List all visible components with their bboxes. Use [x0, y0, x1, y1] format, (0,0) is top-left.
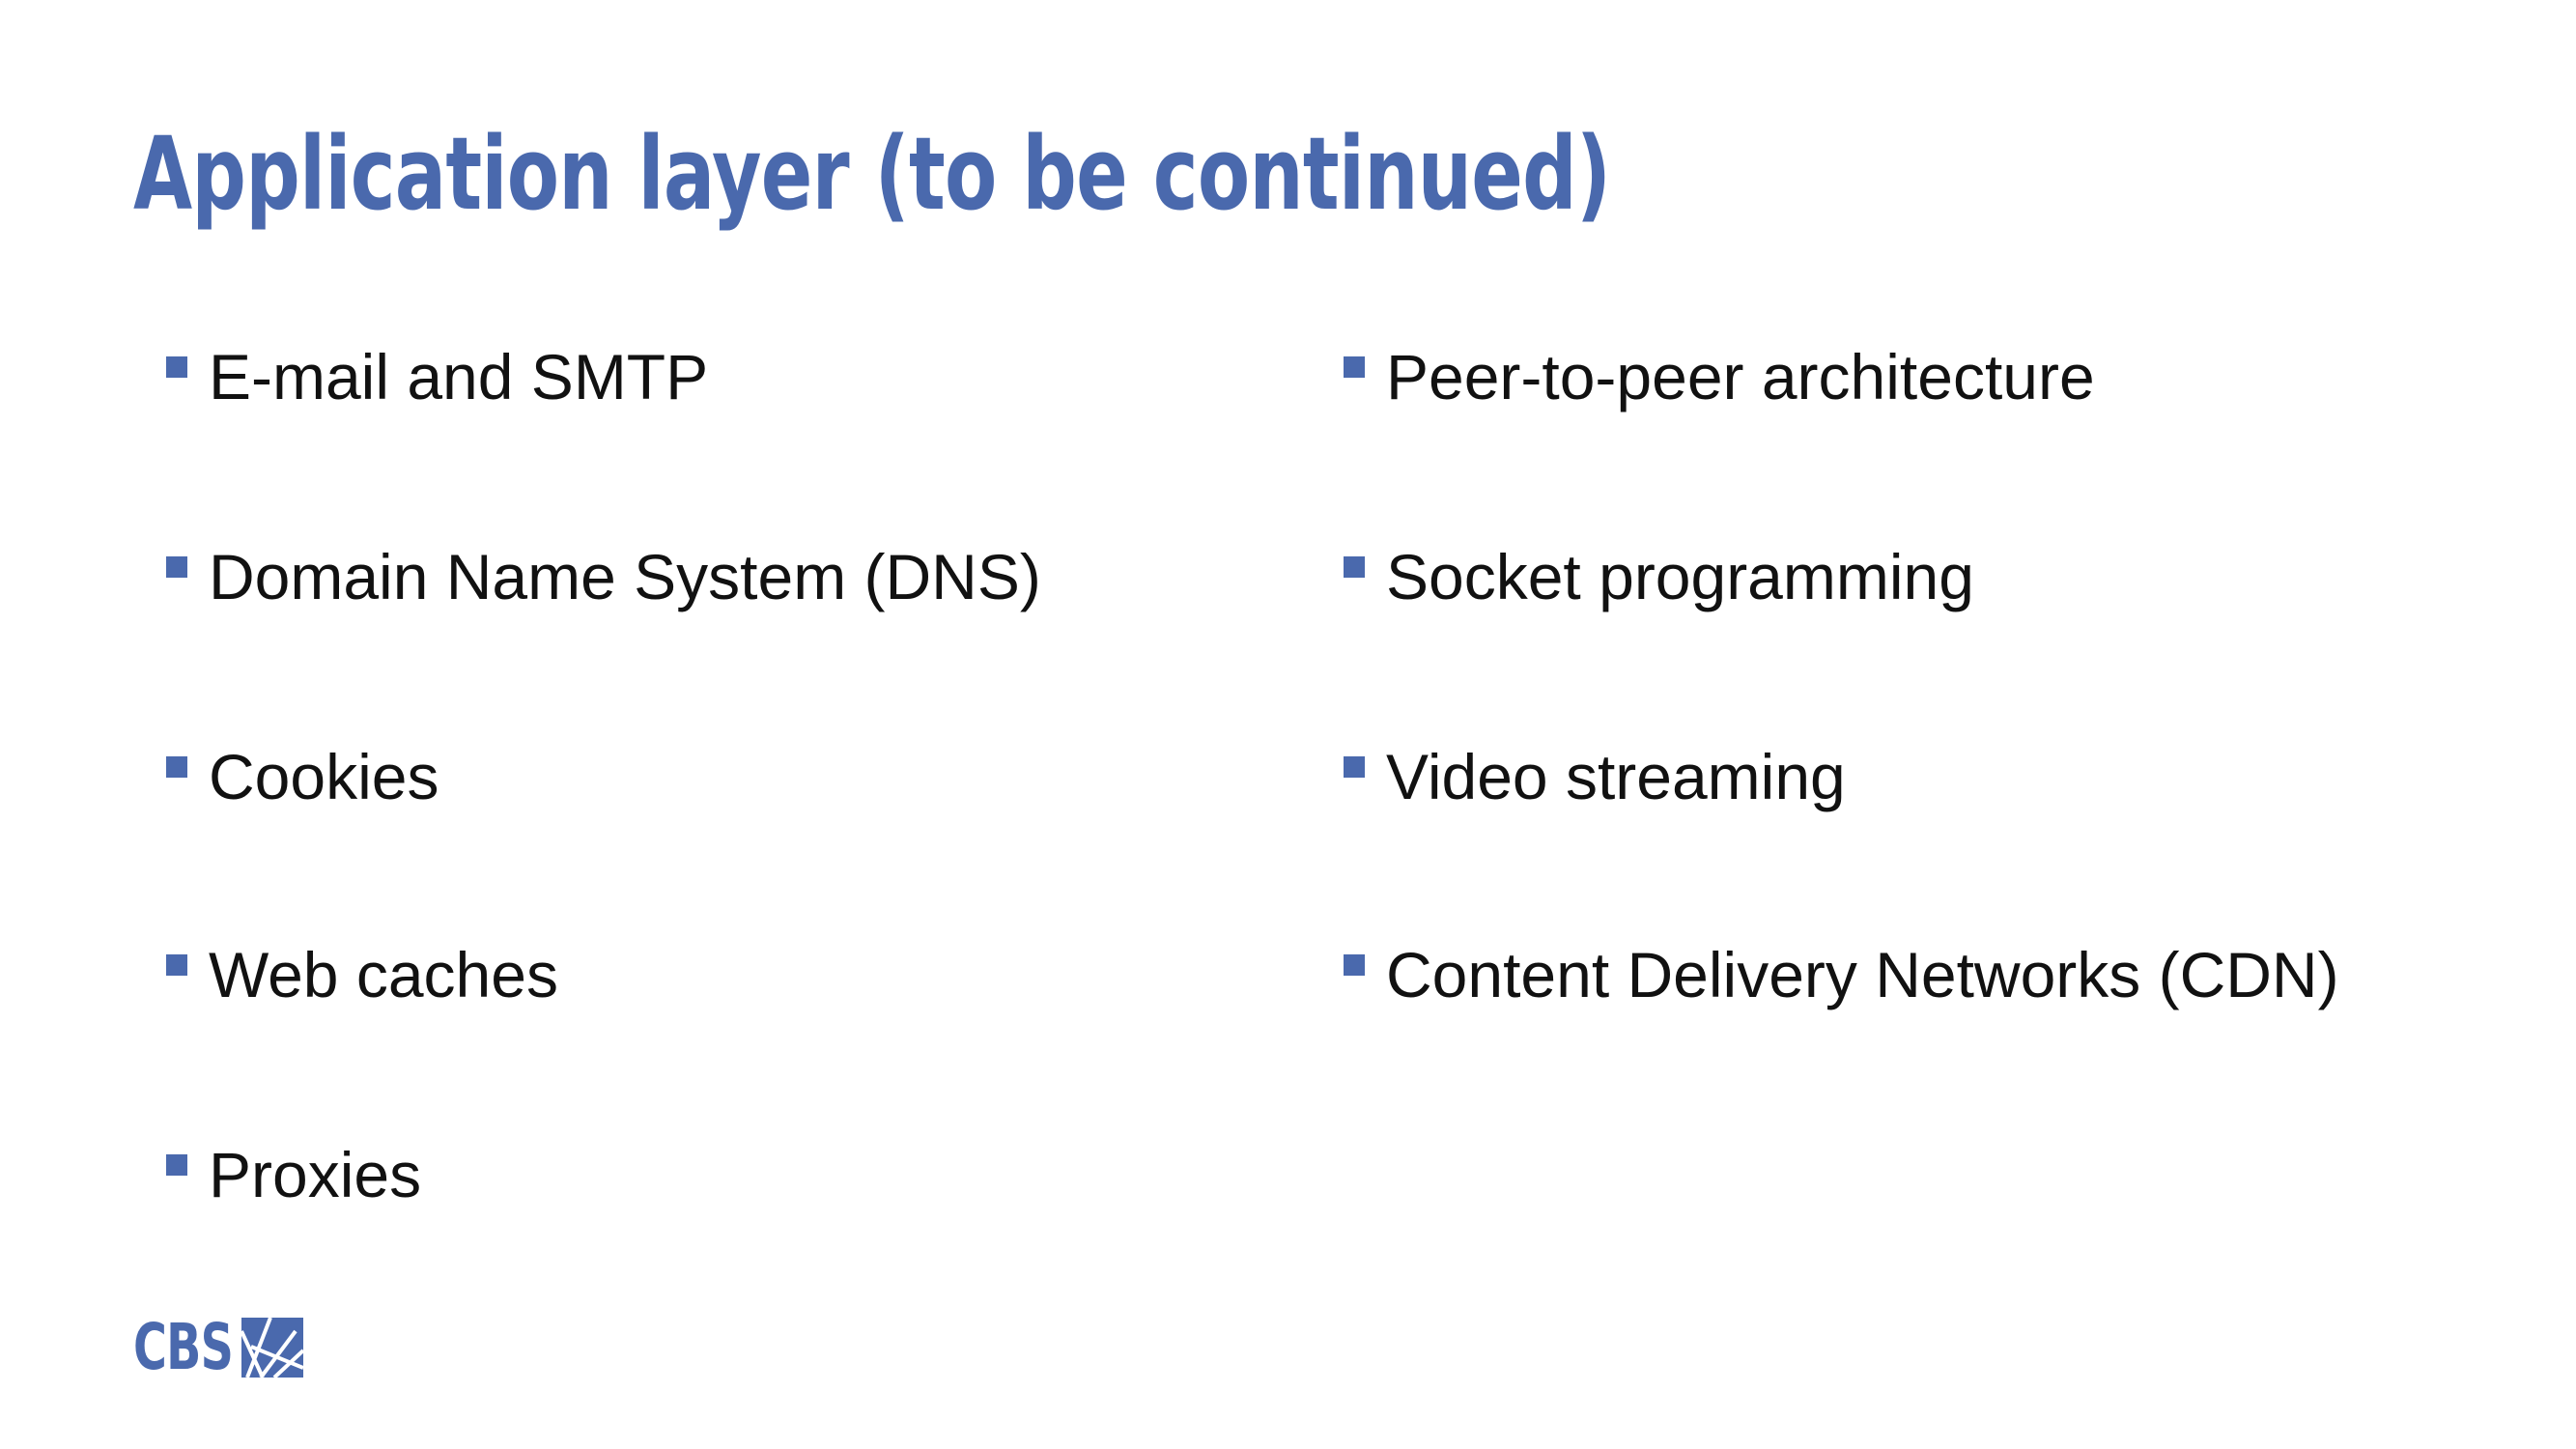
list-item: Domain Name System (DNS) — [166, 533, 1041, 620]
list-item: E-mail and SMTP — [166, 333, 708, 420]
list-item-label: E-mail and SMTP — [209, 341, 709, 412]
bullet-square-icon — [166, 756, 187, 778]
list-item: Socket programming — [1344, 533, 1974, 620]
slide: Application layer (to be continued) E-ma… — [0, 0, 2576, 1449]
list-item: Peer-to-peer architecture — [1344, 333, 2095, 420]
list-item-label: Cookies — [209, 741, 439, 812]
bullet-square-icon — [166, 356, 187, 378]
list-item-label: Web caches — [209, 939, 558, 1010]
list-item: Content Delivery Networks (CDN) — [1344, 931, 2339, 1018]
list-item-label: Domain Name System (DNS) — [209, 541, 1041, 612]
list-item-label: Content Delivery Networks (CDN) — [1386, 939, 2339, 1010]
logo-text: CBS — [133, 1310, 234, 1384]
list-item-label: Proxies — [209, 1139, 422, 1210]
bullet-square-icon — [1344, 954, 1365, 976]
bullet-square-icon — [1344, 756, 1365, 778]
cbs-logo-mark-icon — [241, 1318, 303, 1378]
bullet-square-icon — [166, 954, 187, 976]
list-item: Proxies — [166, 1131, 421, 1218]
bullet-square-icon — [1344, 356, 1365, 378]
bullet-square-icon — [1344, 556, 1365, 578]
list-item-label: Peer-to-peer architecture — [1386, 341, 2095, 412]
bullet-square-icon — [166, 1154, 187, 1176]
list-item: Video streaming — [1344, 733, 1846, 820]
list-item: Web caches — [166, 931, 558, 1018]
list-item-label: Socket programming — [1386, 541, 1974, 612]
list-item-label: Video streaming — [1386, 741, 1846, 812]
bullet-square-icon — [166, 556, 187, 578]
list-item: Cookies — [166, 733, 439, 820]
cbs-logo: CBS — [133, 1310, 303, 1384]
slide-title: Application layer (to be continued) — [133, 115, 1611, 233]
